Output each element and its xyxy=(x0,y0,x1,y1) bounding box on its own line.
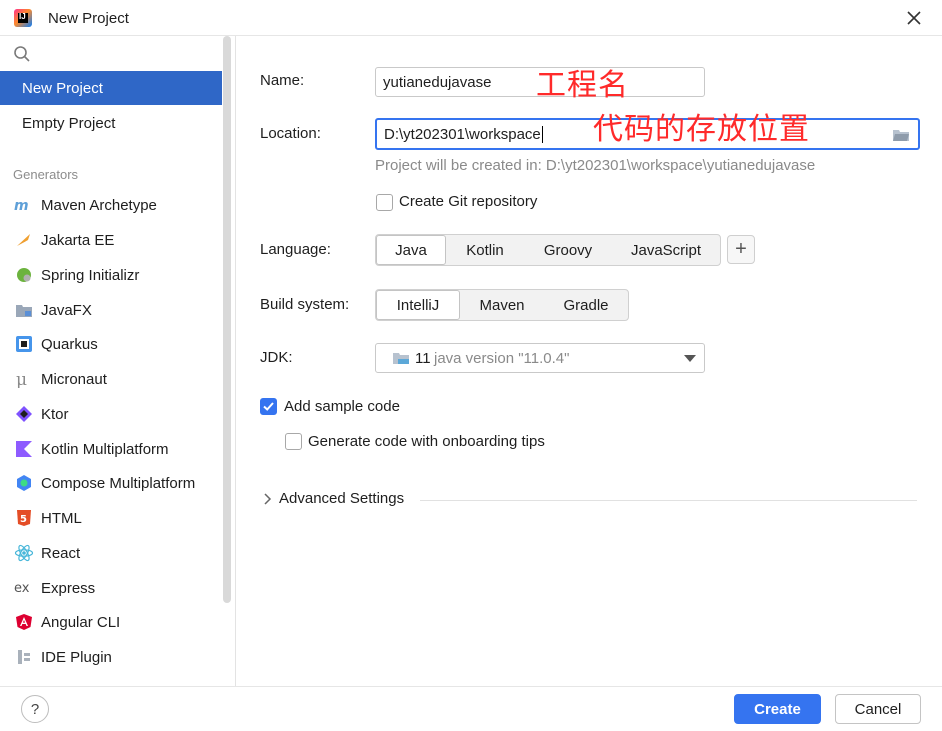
cancel-button[interactable]: Cancel xyxy=(835,694,921,724)
add-language-button[interactable]: + xyxy=(727,235,755,264)
language-kotlin[interactable]: Kotlin xyxy=(446,235,524,265)
sidebar-item-label: Ktor xyxy=(41,405,69,423)
git-label: Create Git repository xyxy=(399,193,538,210)
close-icon xyxy=(907,11,921,25)
sidebar-item-html[interactable]: 5 HTML xyxy=(0,501,222,535)
search-icon[interactable] xyxy=(13,45,31,63)
generators-header: Generators xyxy=(13,167,79,182)
sidebar-item-label: JavaFX xyxy=(41,301,92,319)
sidebar-item-label: Angular CLI xyxy=(41,613,121,631)
build-system-label: Build system: xyxy=(260,296,350,313)
build-maven[interactable]: Maven xyxy=(460,290,544,320)
sidebar-item-label: New Project xyxy=(22,79,103,97)
build-intellij[interactable]: IntelliJ xyxy=(376,290,460,320)
jdk-name: java version "11.0.4" xyxy=(434,350,570,367)
divider xyxy=(420,500,917,501)
angular-icon xyxy=(14,612,34,632)
sidebar-item-angular-cli[interactable]: Angular CLI xyxy=(0,605,222,639)
sidebar-item-label: Empty Project xyxy=(22,114,116,132)
svg-text:ex: ex xyxy=(14,581,30,595)
chevron-right-icon[interactable] xyxy=(262,493,272,505)
text-caret xyxy=(541,125,543,143)
window-title: New Project xyxy=(48,10,129,27)
javafx-icon xyxy=(14,300,34,320)
sidebar-item-label: HTML xyxy=(41,509,82,527)
language-groovy[interactable]: Groovy xyxy=(524,235,612,265)
sample-code-label: Add sample code xyxy=(284,398,400,415)
spring-icon xyxy=(14,265,34,285)
name-label: Name: xyxy=(260,72,305,89)
language-label: Language: xyxy=(260,241,331,258)
language-java[interactable]: Java xyxy=(376,235,446,265)
sidebar-item-javafx[interactable]: JavaFX xyxy=(0,293,222,327)
onboarding-label: Generate code with onboarding tips xyxy=(308,433,545,450)
sidebar-item-label: Spring Initializr xyxy=(41,266,140,284)
language-javascript[interactable]: JavaScript xyxy=(612,235,720,265)
advanced-settings-toggle[interactable]: Advanced Settings xyxy=(279,490,404,507)
sidebar-item-empty-project[interactable]: Empty Project xyxy=(0,106,222,140)
kotlin-icon xyxy=(14,439,34,459)
build-gradle[interactable]: Gradle xyxy=(544,290,628,320)
intellij-logo-icon: IJ xyxy=(14,9,32,27)
sidebar-item-ktor[interactable]: Ktor xyxy=(0,397,222,431)
git-checkbox[interactable] xyxy=(376,194,393,211)
jdk-folder-icon xyxy=(393,353,409,364)
sidebar-item-ide-plugin[interactable]: IDE Plugin xyxy=(0,640,222,674)
onboarding-checkbox[interactable] xyxy=(285,433,302,450)
sidebar-item-micronaut[interactable]: μ Micronaut xyxy=(0,362,222,396)
sidebar-item-label: Express xyxy=(41,579,96,597)
sidebar-item-label: Micronaut xyxy=(41,370,107,388)
html5-icon: 5 xyxy=(14,508,34,528)
express-icon: ex xyxy=(14,578,34,598)
jakarta-ee-icon xyxy=(14,230,34,250)
plugin-icon xyxy=(14,647,34,667)
sidebar-item-label: Quarkus xyxy=(41,335,98,353)
svg-text:m: m xyxy=(14,198,29,212)
sidebar-item-label: Maven Archetype xyxy=(41,196,157,214)
chevron-down-icon xyxy=(684,355,696,362)
sidebar: New Project Empty Project Generators m M… xyxy=(0,36,236,686)
name-value: yutianedujavase xyxy=(383,73,492,91)
build-system-selector: IntelliJ Maven Gradle xyxy=(375,289,629,321)
close-button[interactable] xyxy=(898,6,930,30)
compose-icon xyxy=(14,473,34,493)
ktor-icon xyxy=(14,404,34,424)
sidebar-item-label: Jakarta EE xyxy=(41,231,115,249)
sidebar-item-label: Kotlin Multiplatform xyxy=(41,440,169,458)
sidebar-item-new-project[interactable]: New Project xyxy=(0,71,222,105)
sidebar-item-kotlin-multiplatform[interactable]: Kotlin Multiplatform xyxy=(0,432,222,466)
sidebar-item-quarkus[interactable]: Quarkus xyxy=(0,327,222,361)
location-hint: Project will be created in: D:\yt202301\… xyxy=(375,157,816,174)
sidebar-item-jakarta-ee[interactable]: Jakarta EE xyxy=(0,223,222,257)
help-button[interactable]: ? xyxy=(21,695,49,723)
micronaut-icon: μ xyxy=(14,369,34,389)
check-icon xyxy=(263,402,274,411)
folder-browse-icon[interactable] xyxy=(892,128,910,142)
sidebar-item-spring-initializr[interactable]: Spring Initializr xyxy=(0,258,222,292)
sidebar-scrollbar[interactable] xyxy=(223,36,231,603)
create-button[interactable]: Create xyxy=(734,694,821,724)
sidebar-item-maven-archetype[interactable]: m Maven Archetype xyxy=(0,188,222,222)
sidebar-item-react[interactable]: React xyxy=(0,536,222,570)
maven-icon: m xyxy=(14,195,34,215)
sample-code-checkbox[interactable] xyxy=(260,398,277,415)
svg-text:μ: μ xyxy=(16,370,27,388)
svg-text:5: 5 xyxy=(20,514,27,525)
location-annotation: 代码的存放位置 xyxy=(593,112,810,147)
sidebar-item-compose-multiplatform[interactable]: Compose Multiplatform xyxy=(0,466,222,500)
location-label: Location: xyxy=(260,125,321,142)
jdk-version: 11 xyxy=(415,350,431,367)
jdk-dropdown[interactable]: 11 java version "11.0.4" xyxy=(375,343,705,373)
language-selector: Java Kotlin Groovy JavaScript xyxy=(375,234,721,266)
location-value: D:\yt202301\workspace xyxy=(384,125,541,143)
sidebar-item-label: React xyxy=(41,544,81,562)
quarkus-icon xyxy=(14,334,34,354)
sidebar-item-express[interactable]: ex Express xyxy=(0,571,222,605)
sidebar-item-label: Compose Multiplatform xyxy=(41,474,196,492)
jdk-label: JDK: xyxy=(260,349,293,366)
sidebar-item-label: IDE Plugin xyxy=(41,648,112,666)
name-annotation: 工程名 xyxy=(536,68,629,103)
react-icon xyxy=(14,543,34,563)
title-bar: IJ New Project xyxy=(0,0,942,36)
